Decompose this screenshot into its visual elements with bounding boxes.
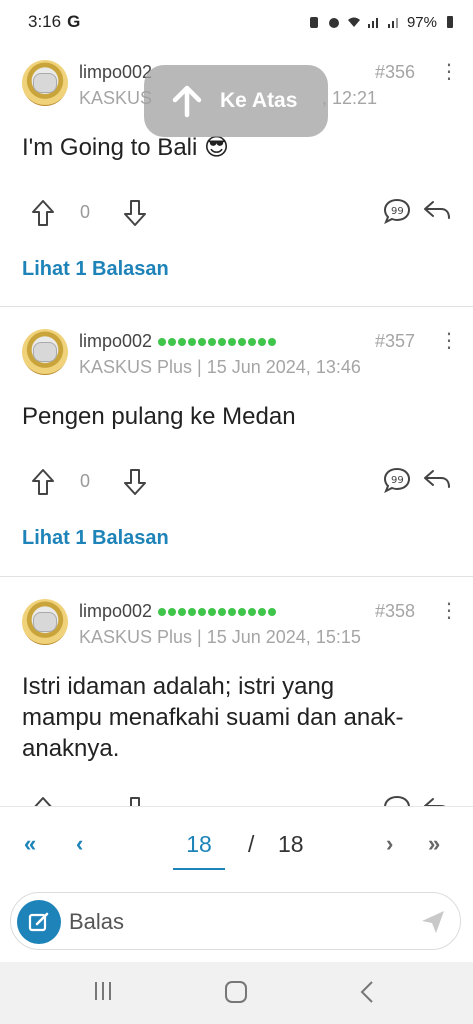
user-role: KASKUS	[79, 88, 153, 108]
username[interactable]: limpo002	[79, 331, 277, 352]
post-time: , 12:21	[322, 88, 378, 108]
username[interactable]: limpo002	[79, 601, 277, 622]
reply-icon[interactable]	[423, 198, 451, 224]
prev-page-icon[interactable]: ‹	[76, 831, 83, 857]
upvote-icon[interactable]	[30, 795, 56, 806]
downvote-icon[interactable]	[122, 198, 148, 228]
view-replies-link[interactable]: Lihat 1 Balasan	[22, 527, 169, 550]
upvote-icon[interactable]	[30, 198, 56, 228]
total-pages: 18	[278, 831, 304, 857]
home-icon[interactable]	[224, 980, 248, 1004]
next-page-icon[interactable]: ›	[386, 831, 393, 857]
post-357: limpo002 KASKUS Plus | 15 Jun 2024, 13:4…	[0, 307, 473, 577]
current-page-input[interactable]: 18	[173, 831, 225, 870]
vote-count: 0	[80, 471, 91, 491]
username[interactable]: limpo002	[79, 62, 152, 83]
reputation-bar	[158, 338, 277, 347]
notification-icon	[309, 17, 318, 28]
page-separator: /	[248, 831, 255, 857]
reply-icon[interactable]	[423, 467, 451, 493]
svg-text:99: 99	[391, 475, 404, 486]
post-actions	[22, 795, 451, 806]
post-actions: 0 99	[22, 198, 451, 234]
post-feed: limpo002 KASKUS , 12:21 #356 ⋮ I'm Going…	[0, 44, 473, 806]
vote-count: 0	[80, 202, 91, 222]
reply-icon[interactable]	[423, 795, 451, 806]
downvote-icon[interactable]	[122, 467, 148, 497]
quote-icon[interactable]: 99	[383, 198, 411, 224]
user-meta: KASKUS Plus | 15 Jun 2024, 15:15	[79, 627, 361, 647]
edit-icon	[28, 912, 49, 932]
scroll-to-top-button[interactable]: Ke Atas	[144, 65, 328, 137]
avatar[interactable]	[22, 60, 68, 106]
signal-icon	[367, 18, 378, 28]
quote-icon[interactable]	[383, 795, 411, 806]
reply-input[interactable]	[69, 903, 409, 941]
system-nav-bar	[0, 962, 473, 1024]
scroll-to-top-label: Ke Atas	[220, 89, 298, 112]
wifi-icon	[347, 17, 360, 27]
user-meta: KASKUS Plus | 15 Jun 2024, 13:46	[79, 357, 361, 377]
avatar[interactable]	[22, 599, 68, 645]
reputation-bar	[158, 608, 277, 617]
battery-percent: 97%	[406, 13, 437, 31]
view-replies-link[interactable]: Lihat 1 Balasan	[22, 258, 169, 281]
quote-icon[interactable]: 99	[383, 467, 411, 493]
arrow-up-icon	[172, 85, 202, 118]
status-icons: 97%	[307, 14, 457, 31]
back-icon[interactable]	[358, 980, 378, 1004]
status-time: 3:16	[28, 12, 62, 31]
post-content: Pengen pulang ke Medan	[22, 403, 296, 430]
pagination: « ‹ 18 / 18 › »	[0, 806, 473, 884]
downvote-icon[interactable]	[122, 795, 148, 806]
upvote-icon[interactable]	[30, 467, 56, 497]
alarm-icon	[328, 18, 339, 28]
battery-icon	[447, 16, 453, 28]
signal-icon-2	[387, 18, 398, 28]
post-358: limpo002 KASKUS Plus | 15 Jun 2024, 15:1…	[0, 577, 473, 806]
recents-icon[interactable]	[92, 980, 114, 1002]
more-options-icon[interactable]: ⋮	[439, 62, 459, 82]
post-number[interactable]: #357	[375, 331, 415, 352]
more-options-icon[interactable]: ⋮	[439, 601, 459, 621]
google-icon: G	[67, 12, 81, 31]
avatar[interactable]	[22, 329, 68, 375]
status-bar: 3:16 G 97%	[0, 0, 473, 44]
post-number[interactable]: #356	[375, 62, 415, 83]
rich-editor-button[interactable]	[17, 900, 61, 944]
last-page-icon[interactable]: »	[428, 831, 440, 857]
post-number[interactable]: #358	[375, 601, 415, 622]
post-content: Istri idaman adalah; istri yang mampu me…	[22, 673, 404, 762]
reply-composer	[10, 892, 461, 950]
post-actions: 0 99	[22, 467, 451, 503]
svg-text:99: 99	[391, 206, 404, 217]
more-options-icon[interactable]: ⋮	[439, 331, 459, 351]
first-page-icon[interactable]: «	[24, 831, 36, 857]
send-icon[interactable]	[420, 909, 446, 935]
